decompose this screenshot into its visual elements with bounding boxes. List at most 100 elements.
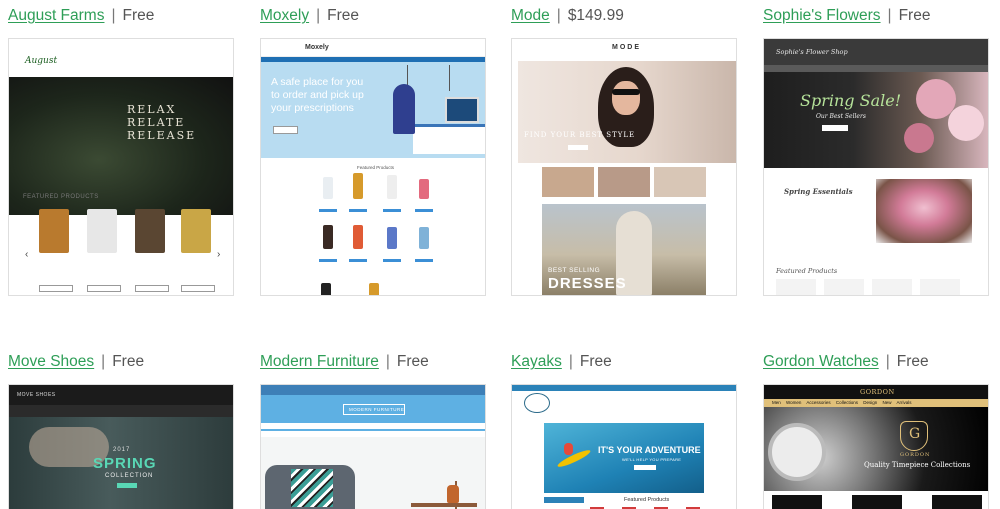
preview-header	[261, 39, 485, 57]
side-table	[411, 503, 477, 507]
template-link-modern-furniture[interactable]: Modern Furniture	[260, 353, 379, 370]
add-button	[415, 259, 433, 262]
pillow-image	[291, 469, 333, 507]
price-label: Free	[896, 353, 929, 370]
product-image	[323, 177, 333, 199]
kayak-logo-icon	[524, 393, 550, 413]
vase-image	[447, 485, 459, 503]
watch-thumbnail	[852, 495, 902, 509]
template-link-sophies-flowers[interactable]: Sophie's Flowers	[763, 7, 881, 24]
product-card	[776, 279, 816, 295]
preview-section-title: Featured Products	[357, 165, 395, 170]
product-image	[353, 173, 363, 199]
shop-now-button	[822, 125, 848, 131]
preview-hero-subtitle: Our Best Sellers	[816, 113, 866, 120]
preview-logo: Sophie's Flower Shop	[776, 48, 848, 56]
product-button	[87, 285, 121, 292]
paddler-icon	[564, 443, 573, 455]
watch-thumbnail	[772, 495, 822, 509]
preview-logo: MODERN FURNITURE	[349, 407, 405, 412]
card-title-row: Kayaks | Free	[511, 349, 612, 375]
product-card	[872, 279, 912, 295]
product-card	[920, 279, 960, 295]
template-link-august-farms[interactable]: August Farms	[8, 7, 104, 24]
card-title-row: Gordon Watches | Free	[763, 349, 929, 375]
preview-header	[261, 385, 485, 395]
product-card	[824, 279, 864, 295]
price-label: Free	[327, 7, 360, 24]
preview-nav-text: Men Women Accessories Collections Design…	[772, 400, 912, 405]
hero-year: 2017	[113, 447, 131, 453]
price-label: Free	[898, 7, 931, 24]
preview-hero-text: Quality Timepiece Collections	[864, 461, 971, 469]
template-link-move-shoes[interactable]: Move Shoes	[8, 353, 94, 370]
price-label: Free	[112, 353, 145, 370]
feature-title: DRESSES	[548, 275, 627, 292]
template-link-gordon-watches[interactable]: Gordon Watches	[763, 353, 879, 370]
separator: |	[887, 7, 892, 24]
person-illustration	[393, 84, 415, 134]
template-preview-move-shoes[interactable]: MOVE SHOES 2017 SPRING COLLECTION	[8, 384, 234, 509]
watch-thumbnail	[932, 495, 982, 509]
preview-logo: GORDON	[860, 388, 895, 396]
card-title-row: Move Shoes | Free	[8, 349, 144, 375]
crest-letter: G	[909, 426, 921, 442]
add-button	[415, 209, 433, 212]
product-image	[419, 227, 429, 249]
shop-now-button	[273, 126, 298, 134]
watch-icon	[768, 423, 826, 481]
card-title-row: Mode | $149.99	[511, 3, 624, 29]
product-image	[369, 283, 379, 295]
flower-image	[948, 105, 984, 141]
preview-header	[512, 385, 736, 391]
template-preview-sophies-flowers[interactable]: Sophie's Flower Shop Spring Sale! Our Be…	[763, 38, 989, 296]
product-image	[387, 227, 397, 249]
hero-line: RELEASE	[127, 129, 197, 142]
template-link-moxely[interactable]: Moxely	[260, 7, 309, 24]
product-image	[181, 209, 211, 253]
hero-line: RELATE	[127, 116, 186, 129]
template-link-kayaks[interactable]: Kayaks	[511, 353, 562, 370]
category-image	[598, 167, 650, 197]
preview-section-title: FEATURED PRODUCTS	[23, 194, 99, 200]
product-image	[39, 209, 69, 253]
preview-section-title: Spring Essentials	[784, 187, 853, 196]
product-image	[353, 225, 363, 249]
preview-hero-text: SPRING	[93, 455, 157, 472]
template-preview-gordon-watches[interactable]: GORDON Men Women Accessories Collections…	[763, 384, 989, 509]
preview-hero-text: A safe place for you to order and pick u…	[271, 76, 364, 115]
product-image	[135, 209, 165, 253]
product-image	[321, 283, 331, 295]
preview-hero-text: RELAX RELATE RELEASE	[127, 103, 196, 142]
monitor-icon	[445, 97, 479, 123]
template-preview-modern-furniture[interactable]: MODERN FURNITURE	[260, 384, 486, 509]
separator: |	[568, 353, 573, 370]
preview-nav-bar	[261, 423, 485, 429]
preview-logo: Moxely	[305, 44, 329, 51]
product-image	[87, 209, 117, 253]
price-label: $149.99	[567, 7, 624, 24]
separator: |	[385, 353, 390, 370]
counter-illustration	[413, 124, 485, 154]
separator: |	[885, 353, 890, 370]
carousel-left-icon: ‹	[25, 249, 29, 260]
price-label: Free	[579, 353, 612, 370]
separator: |	[101, 353, 106, 370]
carousel-right-icon: ›	[217, 249, 221, 260]
sidebar-header	[544, 497, 584, 503]
product-button	[181, 285, 215, 292]
category-image	[542, 167, 594, 197]
template-preview-mode[interactable]: MODE FIND YOUR BEST STYLE BEST SELLING D…	[511, 38, 737, 296]
template-preview-kayaks[interactable]: IT'S YOUR ADVENTURE WE'LL HELP YOU PREPA…	[511, 384, 737, 509]
product-button	[135, 285, 169, 292]
template-preview-august-farms[interactable]: August RELAX RELATE RELEASE FEATURED PRO…	[8, 38, 234, 296]
hero-line: A safe place for you	[271, 76, 364, 88]
sunglasses-icon	[612, 89, 640, 95]
price-label: Free	[396, 353, 429, 370]
product-button	[39, 285, 73, 292]
template-link-mode[interactable]: Mode	[511, 7, 550, 24]
card-title-row: August Farms | Free	[8, 3, 154, 29]
hero-line: RELAX	[127, 103, 177, 116]
preview-nav-bar	[764, 65, 988, 72]
template-preview-moxely[interactable]: Moxely A safe place for you to order and…	[260, 38, 486, 296]
